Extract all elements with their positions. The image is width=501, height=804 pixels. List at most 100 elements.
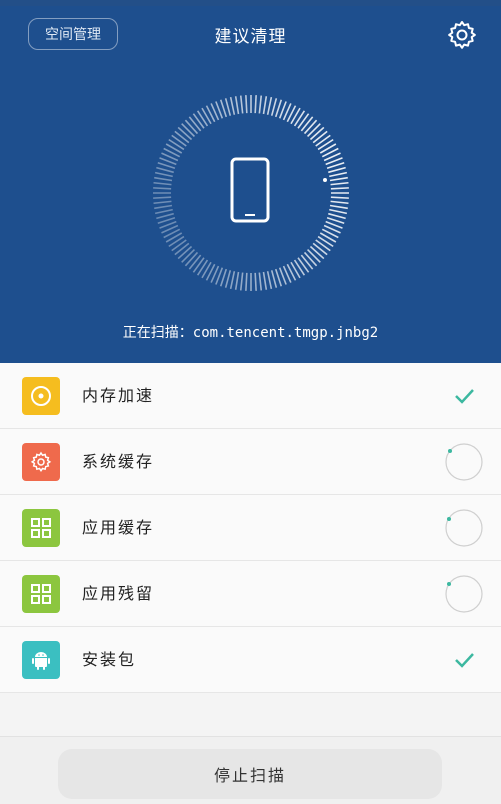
dial-tick xyxy=(153,181,172,186)
list-item-app-residue[interactable]: 应用残留 xyxy=(0,561,501,627)
android-icon xyxy=(22,641,60,679)
list-item-install-packages[interactable]: 安装包 xyxy=(0,627,501,693)
dial-tick xyxy=(224,98,232,116)
page-title: 建议清理 xyxy=(214,27,287,47)
dial-tick xyxy=(312,242,328,256)
scan-progress-dot xyxy=(323,178,327,182)
app-grid-icon xyxy=(22,575,60,613)
dial-tick xyxy=(192,113,205,129)
dial-tick xyxy=(234,271,240,290)
dial-tick xyxy=(154,176,173,182)
dial-tick xyxy=(184,251,199,267)
dial-tick xyxy=(245,272,248,291)
dial-tick xyxy=(181,249,195,263)
dial-tick xyxy=(154,171,173,178)
scanning-status-text: 正在扫描：com.tencent.tmgp.jnbg2 xyxy=(122,325,379,341)
list-item-system-cache[interactable]: 系统缓存 xyxy=(0,429,501,495)
dial-tick xyxy=(239,95,244,114)
dial-tick xyxy=(154,204,173,210)
list-item-memory-boost[interactable]: 内存加速 xyxy=(0,363,501,429)
dial-tick xyxy=(330,181,349,186)
dial-tick xyxy=(329,208,348,215)
dial-tick xyxy=(300,116,314,132)
dial-tick xyxy=(330,196,349,199)
dial-tick xyxy=(153,200,172,205)
dial-tick xyxy=(181,123,195,137)
dial-tick xyxy=(307,249,321,263)
dial-tick xyxy=(258,272,263,291)
dial-tick xyxy=(312,130,328,144)
dial-tick xyxy=(303,251,318,267)
dial-tick xyxy=(330,187,349,190)
dial-tick xyxy=(309,245,325,260)
dial-tick xyxy=(229,271,236,290)
dial-tick xyxy=(258,95,263,114)
dial-tick xyxy=(224,270,232,288)
dial-tick xyxy=(196,110,209,127)
gear-icon[interactable] xyxy=(446,19,478,51)
loading-spinner-icon xyxy=(445,443,483,481)
dial-tick xyxy=(307,123,321,137)
dial-tick xyxy=(174,242,190,256)
dial-tick xyxy=(234,96,240,115)
dial-tick xyxy=(153,196,172,199)
dial-tick xyxy=(177,126,193,141)
dial-tick xyxy=(270,270,278,288)
dial-tick xyxy=(171,134,187,147)
dial-tick xyxy=(156,166,174,174)
list-item-label: 应用缓存 xyxy=(82,518,155,537)
dial-tick xyxy=(177,245,193,260)
check-icon xyxy=(455,653,474,668)
dial-tick xyxy=(188,254,202,270)
scan-dial xyxy=(153,95,349,291)
cleanup-list: 内存加速 系统缓存 应用缓存 应用残留 安装包 xyxy=(0,363,501,693)
dial-tick xyxy=(192,257,205,273)
phone-icon xyxy=(230,157,270,223)
loading-spinner-icon xyxy=(445,509,483,547)
dial-tick xyxy=(309,126,325,141)
dial-tick xyxy=(262,96,268,115)
dial-tick xyxy=(239,272,244,291)
dial-tick xyxy=(153,187,172,190)
dial-tick xyxy=(196,259,209,276)
dial-tick xyxy=(315,239,331,252)
dial-tick xyxy=(262,271,268,290)
list-item-label: 应用残留 xyxy=(82,584,155,603)
dial-tick xyxy=(174,130,190,144)
dial-tick xyxy=(329,176,348,182)
list-item-app-cache[interactable]: 应用缓存 xyxy=(0,495,501,561)
dial-tick xyxy=(317,235,334,248)
dial-tick xyxy=(297,113,310,129)
dial-tick xyxy=(329,204,348,210)
dial-tick xyxy=(254,272,257,291)
list-item-label: 内存加速 xyxy=(82,386,155,405)
app-grid-icon xyxy=(22,509,60,547)
dial-tick xyxy=(297,257,310,273)
status-bar xyxy=(0,0,501,6)
dial-tick xyxy=(168,138,185,151)
dial-tick xyxy=(329,171,348,178)
dial-tick xyxy=(328,166,346,174)
dial-tick xyxy=(156,212,174,220)
dial-tick xyxy=(168,235,185,248)
dial-tick xyxy=(328,212,346,220)
memory-boost-icon xyxy=(22,377,60,415)
loading-spinner-icon xyxy=(445,575,483,613)
dial-tick xyxy=(171,239,187,252)
system-gear-icon xyxy=(22,443,60,481)
check-icon xyxy=(455,389,474,404)
dial-tick xyxy=(266,271,273,290)
dial-tick xyxy=(229,96,236,115)
dial-tick xyxy=(330,200,349,205)
dial-tick xyxy=(303,119,318,135)
dial-tick xyxy=(293,259,306,276)
dial-tick xyxy=(184,119,199,135)
dial-tick xyxy=(188,116,202,132)
dial-tick xyxy=(266,96,273,115)
dial-tick xyxy=(254,95,257,114)
dial-tick xyxy=(154,208,173,215)
dial-tick xyxy=(300,254,314,270)
dial-tick xyxy=(270,98,278,116)
list-item-label: 系统缓存 xyxy=(82,452,155,471)
stop-scan-button[interactable]: 停止扫描 xyxy=(58,749,442,799)
